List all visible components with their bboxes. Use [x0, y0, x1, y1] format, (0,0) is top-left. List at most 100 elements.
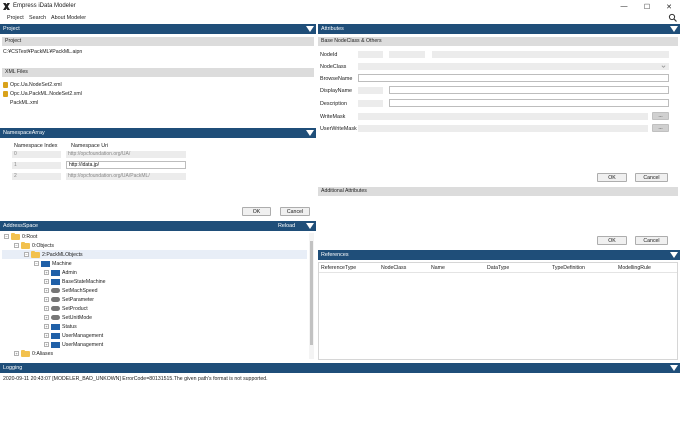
- tree-node[interactable]: − 2:PackMLObjects: [2, 250, 307, 259]
- collapse-node-icon[interactable]: −: [24, 252, 29, 257]
- chevron-down-icon: [661, 65, 666, 68]
- userwritemask-edit-button[interactable]: ...: [652, 124, 669, 132]
- tree-node[interactable]: +0:Aliases: [2, 349, 307, 358]
- minimize-button[interactable]: —: [613, 0, 635, 13]
- xml-file-item[interactable]: Opc.Ua.PackML.NodeSet2.xml: [3, 89, 82, 98]
- expand-icon[interactable]: +: [44, 270, 49, 275]
- namespace-ok-button[interactable]: OK: [242, 207, 271, 216]
- expand-icon[interactable]: +: [44, 333, 49, 338]
- tree-node-label: Admin: [62, 269, 77, 276]
- tree-node-label: 2:PackMLObjects: [42, 251, 83, 258]
- method-icon: [51, 306, 60, 311]
- ns-index-field: 2: [12, 173, 61, 180]
- object-icon: [41, 260, 50, 267]
- collapse-node-icon[interactable]: −: [4, 234, 9, 239]
- tree-node[interactable]: + UserManagement: [2, 331, 307, 340]
- expand-icon[interactable]: +: [44, 306, 49, 311]
- scrollbar-thumb[interactable]: [310, 241, 313, 345]
- address-space-tree: −0:Root −0:Objects −2:PackMLObjects − Machin…: [2, 232, 307, 360]
- nodeclass-select[interactable]: [358, 63, 669, 70]
- description-input[interactable]: [389, 99, 669, 107]
- browsename-label: BrowseName: [320, 76, 353, 82]
- collapse-icon[interactable]: [306, 129, 314, 137]
- object-icon: [51, 332, 60, 339]
- col-datatype[interactable]: DataType: [487, 265, 509, 271]
- project-panel-header: Project: [0, 24, 316, 34]
- menu-search[interactable]: Search: [29, 15, 46, 21]
- col-modelling-rule[interactable]: ModellingRule: [618, 265, 651, 271]
- writemask-edit-button[interactable]: ...: [652, 112, 669, 120]
- expand-icon[interactable]: +: [44, 324, 49, 329]
- xml-file-item[interactable]: Opc.Ua.NodeSet2.xml: [3, 80, 62, 89]
- collapse-node-icon[interactable]: −: [34, 261, 39, 266]
- tree-node-label: SetParameter: [62, 296, 95, 303]
- attributes-ok-button[interactable]: OK: [597, 173, 627, 182]
- col-reference-type[interactable]: ReferenceType: [321, 265, 356, 271]
- collapse-node-icon[interactable]: −: [14, 243, 19, 248]
- col-type-definition[interactable]: TypeDefinition: [552, 265, 585, 271]
- additional-ok-button[interactable]: OK: [597, 236, 627, 245]
- col-name[interactable]: Name: [431, 265, 445, 271]
- reload-button[interactable]: Reload: [278, 221, 295, 231]
- title-bar: Empress iData Modeler — ☐ ✕: [0, 0, 680, 13]
- base-nodeclass-header: Base NodeClass & Others: [318, 37, 678, 46]
- tree-node[interactable]: − 0:Root: [2, 232, 307, 241]
- tree-node[interactable]: − Machine: [2, 259, 307, 268]
- tree-node[interactable]: − 0:Objects: [2, 241, 307, 250]
- tree-node[interactable]: + SetUnitMode: [2, 313, 307, 322]
- references-header-label: References: [321, 252, 349, 258]
- collapse-icon[interactable]: [670, 25, 678, 33]
- folder-icon: [21, 241, 30, 249]
- tree-node[interactable]: + BaseStateMachine: [2, 277, 307, 286]
- xml-file-label: Opc.Ua.PackML.NodeSet2.xml: [10, 90, 82, 97]
- tree-node[interactable]: +0:Server: [2, 358, 307, 360]
- tree-node[interactable]: + SetMachSpeed: [2, 286, 307, 295]
- tree-node[interactable]: + SetProduct: [2, 304, 307, 313]
- method-icon: [51, 315, 60, 320]
- attributes-cancel-button[interactable]: Cancel: [635, 173, 668, 182]
- tree-node-label: SetMachSpeed: [62, 287, 98, 294]
- tree-node[interactable]: + Admin: [2, 268, 307, 277]
- ns-uri-input[interactable]: http://idata.jp/: [66, 161, 186, 169]
- namespace-cancel-button[interactable]: Cancel: [280, 207, 310, 216]
- folder-icon: [11, 232, 20, 240]
- browsename-input[interactable]: [358, 74, 669, 82]
- expand-icon[interactable]: +: [44, 342, 49, 347]
- object-icon: [51, 278, 60, 285]
- close-button[interactable]: ✕: [658, 0, 680, 13]
- tree-node[interactable]: + Status: [2, 322, 307, 331]
- search-icon[interactable]: [668, 13, 678, 23]
- col-nodeclass[interactable]: NodeClass: [381, 265, 406, 271]
- xml-file-item[interactable]: PackML.xml: [10, 98, 38, 107]
- menu-project[interactable]: Project: [7, 15, 24, 21]
- namespace-header-label: NamespaceArray: [3, 130, 45, 136]
- collapse-icon[interactable]: [306, 25, 314, 33]
- additional-cancel-button[interactable]: Cancel: [635, 236, 668, 245]
- additional-attributes-header: Additional Attributes: [318, 187, 678, 196]
- expand-icon[interactable]: +: [44, 315, 49, 320]
- tree-node-label: Machine: [52, 260, 72, 267]
- writemask-field: [358, 113, 648, 120]
- xml-file-label: PackML.xml: [10, 99, 39, 106]
- nodeid-label: NodeId: [320, 52, 338, 58]
- tree-node[interactable]: + UserManagement: [2, 340, 307, 349]
- object-icon: [51, 323, 60, 330]
- collapse-icon[interactable]: [670, 364, 678, 372]
- collapse-icon[interactable]: [670, 251, 678, 259]
- menu-about[interactable]: About Modeler: [51, 15, 86, 21]
- expand-icon[interactable]: +: [44, 288, 49, 293]
- tree-scrollbar[interactable]: [309, 233, 314, 359]
- displayname-input[interactable]: [389, 86, 669, 94]
- tree-node-label: BaseStateMachine: [62, 278, 106, 285]
- project-path: C:¥CSTest¥PackML¥PackML.aipn: [3, 49, 83, 55]
- tree-node[interactable]: + SetParameter: [2, 295, 307, 304]
- expand-icon[interactable]: +: [14, 351, 19, 356]
- expand-icon[interactable]: +: [44, 279, 49, 284]
- expand-icon[interactable]: +: [44, 297, 49, 302]
- ns-index-field: 0: [12, 151, 61, 158]
- col-namespace-uri: Namespace Uri: [71, 143, 109, 149]
- maximize-button[interactable]: ☐: [636, 0, 658, 13]
- attributes-header-label: Attributes: [321, 26, 344, 32]
- collapse-icon[interactable]: [306, 222, 314, 230]
- lock-icon: [3, 81, 8, 88]
